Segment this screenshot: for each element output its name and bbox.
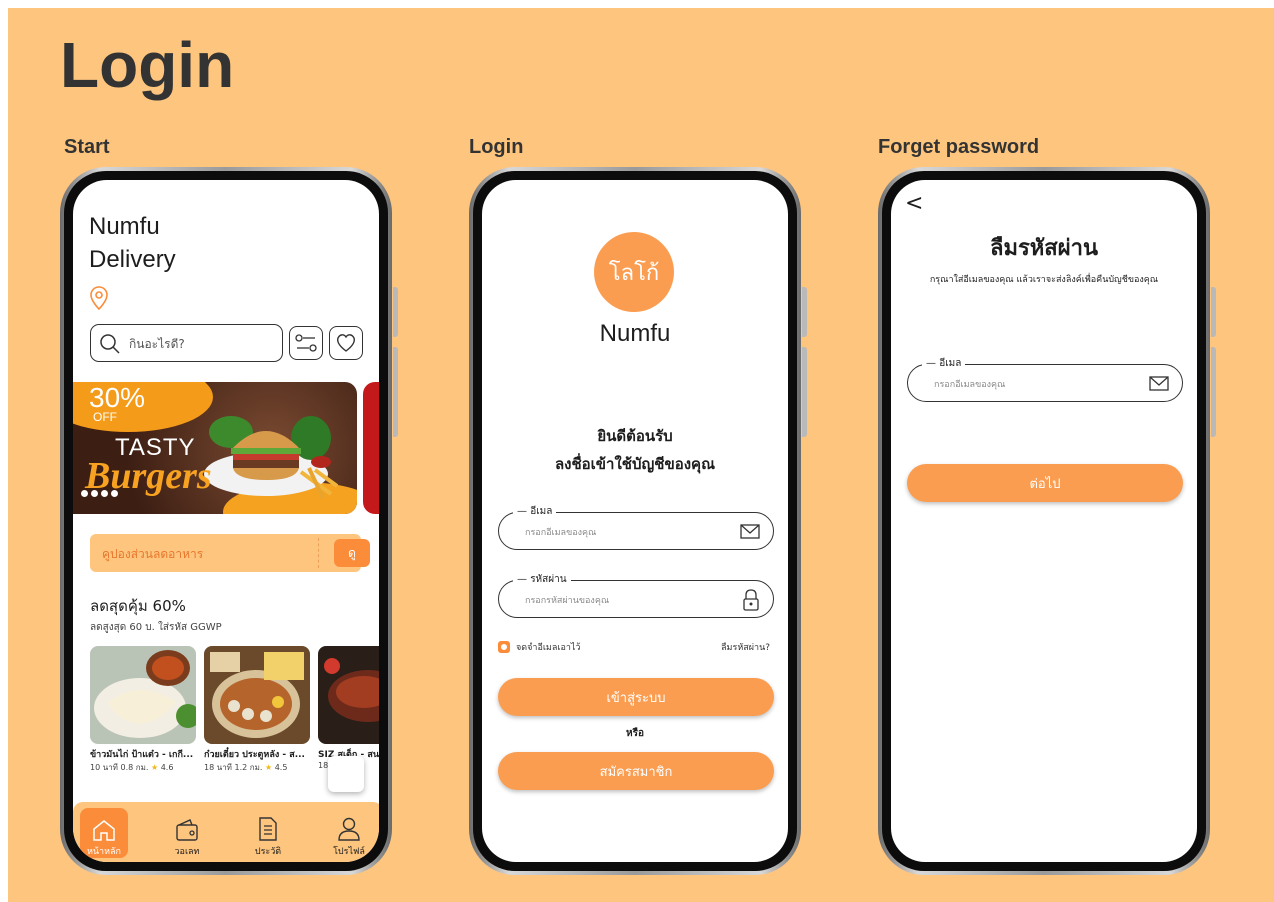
heart-icon <box>337 334 355 352</box>
logo: โลโก้ <box>594 232 674 312</box>
checkbox-icon <box>498 641 510 653</box>
home-icon <box>93 820 115 841</box>
phone-start: Numfu Delivery กินอะไรดี? 30% OFF TASTY … <box>60 167 398 875</box>
page-title: Login <box>60 29 235 101</box>
banner-discount: 30% <box>89 382 146 413</box>
food-card[interactable]: ก๋วยเตี๋ยว ประตูหลัง - ส... 18 นาที 1.2 … <box>204 646 310 774</box>
food-card[interactable]: ข้าวมันไก่ ป้าแต๋ว - เกกี... 10 นาที 0.8… <box>90 646 196 774</box>
promo-banner-next[interactable] <box>363 382 379 514</box>
email-field[interactable]: — อีเมล กรอกอีเมลของคุณ <box>907 356 1183 402</box>
floating-button[interactable] <box>328 756 364 792</box>
login-screen: โลโก้ Numfu ยินดีต้อนรับ ลงชื่อเข้าใช้บั… <box>482 180 788 862</box>
back-icon[interactable]: < <box>905 193 923 215</box>
email-label: — อีเมล <box>922 356 966 371</box>
coupon-view-button[interactable]: ดู <box>334 539 370 567</box>
start-screen: Numfu Delivery กินอะไรดี? 30% OFF TASTY … <box>73 180 379 862</box>
password-label: — รหัสผ่าน <box>513 572 571 587</box>
filter-icon <box>295 334 317 352</box>
app-name: Numfu Delivery <box>89 213 176 273</box>
food-meta: 18 นาที 1.2 กม. ★ 4.5 <box>204 763 288 772</box>
food-meta: 10 นาที 0.8 กม. ★ 4.6 <box>90 763 174 772</box>
deal-subtitle: ลดสูงสุด 60 บ. ใส่รหัส GGWP <box>90 622 222 633</box>
tab-profile[interactable]: โปรไฟล์ <box>325 808 373 858</box>
burger-image <box>204 416 339 499</box>
search-input[interactable]: กินอะไรดี? <box>90 324 283 362</box>
section-title-forget: Forget password <box>878 136 1040 158</box>
document-icon <box>259 817 277 841</box>
welcome-title: ยินดีต้อนรับ <box>597 427 673 445</box>
email-placeholder: กรอกอีเมลของคุณ <box>525 528 597 538</box>
tab-home[interactable]: หน้าหลัก <box>80 808 128 858</box>
section-title-login: Login <box>469 136 524 158</box>
section-title-start: Start <box>64 136 110 158</box>
food-name: ก๋วยเตี๋ยว ประตูหลัง - ส... <box>204 750 305 760</box>
search-placeholder: กินอะไรดี? <box>129 337 185 351</box>
remember-checkbox[interactable]: จดจำอีเมลเอาไว้ <box>498 640 581 654</box>
mail-icon <box>1149 376 1169 391</box>
password-placeholder: กรอกรหัสผ่านของคุณ <box>525 596 610 606</box>
user-icon <box>338 817 360 841</box>
filter-button[interactable] <box>289 326 323 360</box>
login-button[interactable]: เข้าสู่ระบบ <box>498 678 774 716</box>
phone-forget: < ลืมรหัสผ่าน กรุณาใส่อีเมลของคุณ แล้วเร… <box>878 167 1216 875</box>
tab-wallet[interactable]: วอเลท <box>163 808 211 858</box>
coupon-label: คูปองส่วนลดอาหาร <box>102 547 204 561</box>
forgot-password-link[interactable]: ลืมรหัสผ่าน? <box>721 640 770 654</box>
food-image <box>204 646 310 744</box>
location-pin-icon[interactable] <box>89 286 109 310</box>
search-icon <box>100 334 120 354</box>
social-icons <box>81 490 118 497</box>
email-field[interactable]: — อีเมล กรอกอีเมลของคุณ <box>498 504 774 550</box>
bottom-tab-bar: หน้าหลัก วอเลท ประวัติ โปรไฟล์ <box>73 802 379 862</box>
next-button[interactable]: ต่อไป <box>907 464 1183 502</box>
favorite-button[interactable] <box>329 326 363 360</box>
tab-history[interactable]: ประวัติ <box>244 808 292 858</box>
wallet-icon <box>176 819 198 841</box>
promo-banner[interactable]: 30% OFF TASTY Burgers <box>73 382 357 514</box>
coupon-bar[interactable]: คูปองส่วนลดอาหาร ดู <box>90 534 370 572</box>
brand-name: Numfu <box>599 320 671 347</box>
deal-title: ลดสุดคุ้ม 60% <box>90 597 186 615</box>
email-label: — อีเมล <box>513 504 557 519</box>
mail-icon <box>740 524 760 539</box>
lock-icon <box>743 589 759 611</box>
banner-off: OFF <box>93 410 117 424</box>
forget-subtitle: กรุณาใส่อีเมลของคุณ แล้วเราจะส่งลิงค์เพื… <box>929 275 1159 285</box>
welcome-subtitle: ลงชื่อเข้าใช้บัญชีของคุณ <box>554 455 716 473</box>
phone-login: โลโก้ Numfu ยินดีต้อนรับ ลงชื่อเข้าใช้บั… <box>469 167 807 875</box>
food-name: ข้าวมันไก่ ป้าแต๋ว - เกกี... <box>90 750 194 760</box>
email-placeholder: กรอกอีเมลของคุณ <box>934 380 1006 390</box>
star-icon: ★ <box>150 763 159 772</box>
or-divider: หรือ <box>626 728 644 739</box>
forget-title: ลืมรหัสผ่าน <box>989 236 1098 261</box>
food-card[interactable]: SIZ สเต็ก - สน 18 <box>318 646 379 770</box>
password-field[interactable]: — รหัสผ่าน กรอกรหัสผ่านของคุณ <box>498 572 774 618</box>
food-image <box>318 646 379 744</box>
register-button[interactable]: สมัครสมาชิก <box>498 752 774 790</box>
food-image <box>90 646 196 744</box>
forget-screen: < ลืมรหัสผ่าน กรุณาใส่อีเมลของคุณ แล้วเร… <box>891 180 1197 862</box>
star-icon: ★ <box>264 763 273 772</box>
